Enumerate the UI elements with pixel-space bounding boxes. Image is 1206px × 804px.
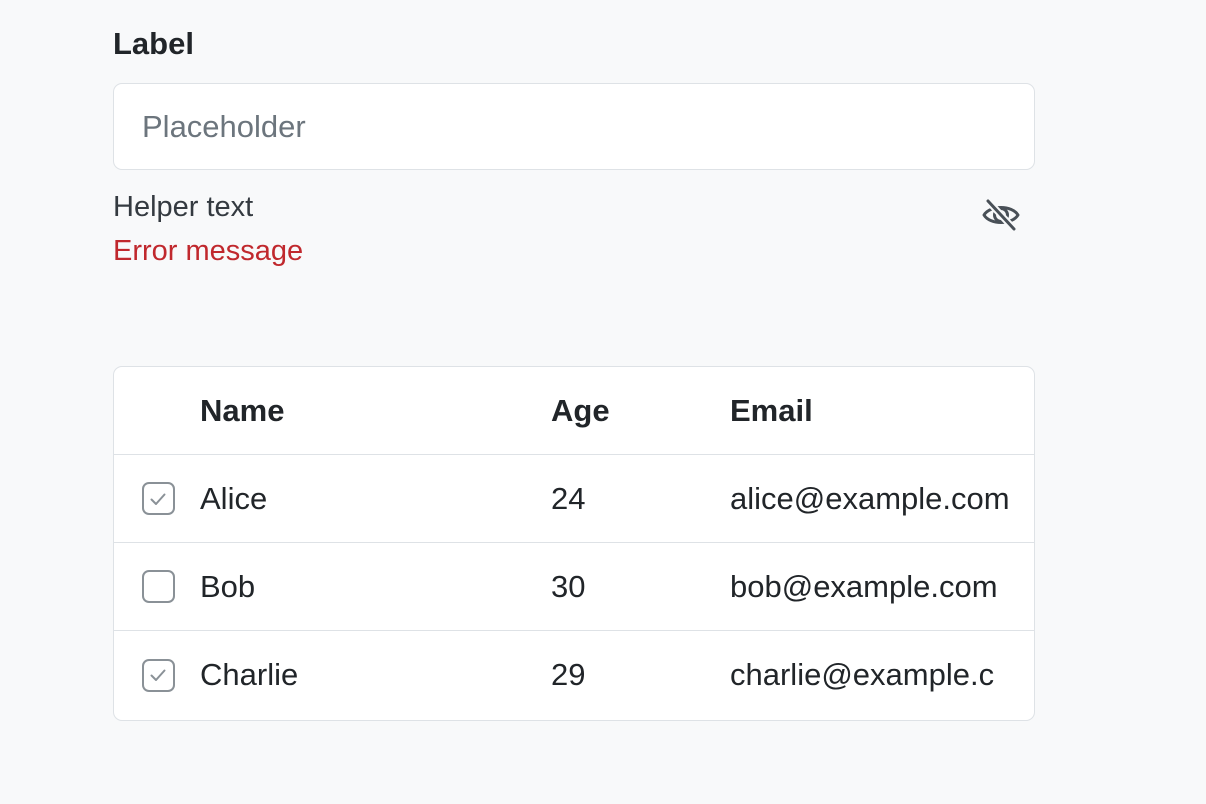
cell-email: bob@example.com [730, 568, 998, 604]
data-table: Name Age Email Alice 24 alice@example.co… [113, 366, 1035, 721]
helper-text: Helper text [113, 191, 254, 223]
cell-name: Bob [200, 568, 256, 604]
row-checkbox[interactable] [141, 658, 175, 692]
table-header-row: Name Age Email [114, 367, 1034, 455]
table-row: Charlie 29 charlie@example.c [114, 631, 1034, 719]
check-icon [150, 669, 166, 681]
cell-email: alice@example.com [730, 480, 1010, 516]
error-message: Error message [113, 235, 304, 267]
cell-age: 24 [551, 480, 586, 516]
column-header-name[interactable]: Name [200, 367, 540, 454]
table-row: Alice 24 alice@example.com [114, 455, 1034, 543]
cell-name: Alice [200, 480, 268, 516]
column-header-email[interactable]: Email [730, 367, 1030, 454]
visibility-toggle-button[interactable] [980, 195, 1022, 235]
cell-email: charlie@example.c [730, 657, 995, 692]
field-label: Label [113, 26, 194, 61]
cell-age: 29 [551, 657, 586, 692]
cell-name: Charlie [200, 657, 299, 692]
eye-off-icon [982, 197, 1020, 233]
row-checkbox[interactable] [141, 570, 175, 603]
column-header-age[interactable]: Age [551, 367, 711, 454]
table-row: Bob 30 bob@example.com [114, 543, 1034, 631]
cell-age: 30 [551, 568, 586, 604]
check-icon [150, 493, 166, 505]
text-input[interactable] [113, 83, 1035, 170]
row-checkbox[interactable] [141, 482, 175, 515]
